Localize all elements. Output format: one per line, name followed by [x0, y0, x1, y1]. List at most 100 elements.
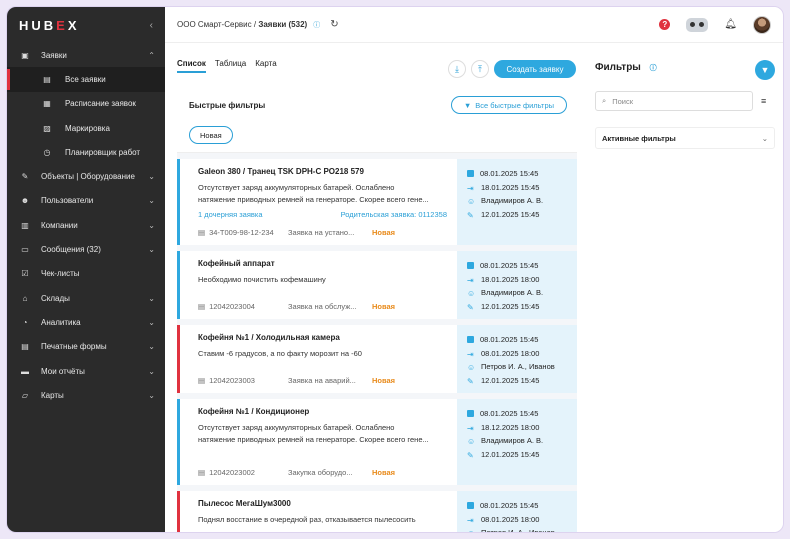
sidebar-item-7[interactable]: ▥ Компании ⌄ — [7, 213, 165, 237]
deadline-icon: ⇥ — [467, 423, 474, 433]
request-title: Galeon 380 / Транец TSK DPH-C PO218 579 — [198, 167, 364, 176]
parent-request-link[interactable]: Родительская заявка: 0112358 — [341, 210, 447, 219]
breadcrumb: ООО Смарт-Сервис / Заявки (532) — [177, 20, 307, 29]
request-description: Ставим -6 градусов, а по факту морозит н… — [198, 349, 362, 358]
request-card-body: Кофейня №1 / Кондиционер Отсутствует заря… — [180, 399, 457, 485]
sort-icon[interactable]: ≡ — [761, 96, 766, 106]
request-card-body: Кофейня №1 / Холодильная камера Ставим -6… — [180, 325, 457, 393]
requests-list: Быстрые фильтры ▼ Все быстрые фильтры Но… — [177, 89, 577, 532]
detail-row-due: ⇥ 08.01.2025 18:00 — [467, 513, 567, 527]
request-description: Отсутствует заряд аккумуляторных батарей… — [198, 423, 395, 432]
detail-row-assignee: ☺ Петров И. А., Иванов — [467, 526, 567, 532]
warehouse-icon: ⌂ — [22, 293, 28, 303]
request-title: Кофейня №1 / Кондиционер — [198, 407, 310, 416]
sidebar-item-0[interactable]: ▣ Заявки ⌃ — [7, 43, 165, 67]
quick-filter-chip-new[interactable]: Новая — [189, 126, 233, 144]
filter-toggle-button[interactable]: ▼ — [755, 60, 775, 80]
sidebar-item-label: Маркировка — [65, 123, 110, 133]
create-request-button[interactable]: Создать заявку — [494, 60, 576, 78]
download-icon[interactable]: ⤓ — [448, 60, 466, 78]
request-meta: ▤ 12042023004 Заявка на обслуж... Новая — [198, 302, 447, 311]
sidebar-item-6[interactable]: ☻ Пользователи ⌄ — [7, 189, 165, 213]
view-tabs: Список Таблица Карта — [177, 59, 277, 73]
search-input[interactable]: ⌕ Поиск — [595, 91, 753, 111]
bell-icon[interactable]: 🔔︎ — [724, 19, 737, 30]
request-card[interactable]: Кофейный аппарат Необходимо почистить коф… — [177, 251, 577, 319]
request-number-text: 34-T009-98-12-234 — [209, 228, 274, 237]
detail-row-due: ⇥ 18.12.2025 18:00 — [467, 421, 567, 435]
calendar-icon: ▦ — [43, 99, 51, 109]
quick-filters-title: Быстрые фильтры — [189, 101, 266, 110]
tab-map[interactable]: Карта — [255, 59, 276, 73]
sidebar-item-4[interactable]: ◷ Планировщик работ — [7, 140, 165, 164]
detail-assignee: Владимиров А. В. — [481, 436, 544, 446]
detail-row-due: ⇥ 18.01.2025 18:00 — [467, 273, 567, 287]
detail-assignee: Владимиров А. В. — [481, 288, 544, 298]
tab-list[interactable]: Список — [177, 59, 206, 73]
detail-work: 12.01.2025 15:45 — [481, 301, 540, 311]
refresh-icon[interactable]: ↻ — [330, 19, 338, 30]
request-card[interactable]: Galeon 380 / Транец TSK DPH-C PO218 579 О… — [177, 159, 577, 245]
clock-icon: ◷ — [43, 147, 51, 157]
breadcrumb-company[interactable]: ООО Смарт-Сервис — [177, 20, 252, 29]
page-title: Заявки (532) — [258, 20, 308, 29]
sidebar-item-13[interactable]: ▬ Мои отчёты ⌄ — [7, 359, 165, 383]
sidebar-item-12[interactable]: ▤ Печатные формы ⌄ — [7, 335, 165, 359]
detail-work: 12.01.2025 15:45 — [481, 209, 540, 219]
document-icon: ▤ — [198, 228, 206, 237]
sidebar-item-1[interactable]: ▤ Все заявки — [7, 67, 165, 92]
sidebar-item-9[interactable]: ☑ Чек-листы — [7, 262, 165, 286]
request-description: Поднял восстание в очередной раз, отказы… — [198, 515, 416, 524]
document-icon: ▤ — [198, 302, 206, 311]
request-description-line2: натяжение приводных ремней на генераторе… — [198, 195, 429, 204]
clipboard-icon: ▣ — [21, 50, 29, 60]
deadline-icon: ⇥ — [467, 183, 474, 193]
assistant-bot-icon[interactable] — [686, 17, 709, 32]
sidebar-item-label: Объекты | Оборудование — [41, 172, 135, 182]
upload-icon[interactable]: ⤒ — [471, 60, 489, 78]
sidebar-item-2[interactable]: ▦ Расписание заявок — [7, 92, 165, 116]
sidebar-item-10[interactable]: ⌂ Склады ⌄ — [7, 286, 165, 310]
filters-title-text: Фильтры — [595, 62, 641, 73]
quick-filters: Быстрые фильтры ▼ Все быстрые фильтры Но… — [177, 89, 577, 153]
child-request-link[interactable]: 1 дочерняя заявка — [198, 210, 263, 219]
request-description: Необходимо почистить кофемашину — [198, 275, 326, 284]
pie-icon: ◔ — [22, 317, 28, 327]
sidebar-item-label: Склады — [41, 293, 70, 303]
info-icon[interactable]: ⓘ — [313, 20, 320, 30]
detail-due: 08.01.2025 18:00 — [481, 348, 540, 358]
filters-info-icon[interactable]: ⓘ — [650, 65, 657, 72]
avatar[interactable] — [753, 15, 771, 34]
sidebar-item-8[interactable]: ▭ Сообщения (32) ⌄ — [7, 237, 165, 261]
detail-row-work: ✎ 12.01.2025 15:45 — [467, 208, 567, 222]
request-card[interactable]: Кофейня №1 / Кондиционер Отсутствует заря… — [177, 399, 577, 485]
detail-row-assignee: ☺ Владимиров А. В. — [467, 434, 567, 448]
request-card[interactable]: Пылесос МегаШум3000 Поднял восстание в оч… — [177, 491, 577, 532]
sidebar-item-5[interactable]: ✎ Объекты | Оборудование ⌄ — [7, 164, 165, 188]
sidebar-item-11[interactable]: ◔ Аналитика ⌄ — [7, 310, 165, 334]
wrench-icon: ✎ — [467, 210, 474, 220]
sidebar-item-14[interactable]: ▱ Карты ⌄ — [7, 383, 165, 407]
sidebar-item-label: Планировщик работ — [65, 147, 141, 157]
main-area: ООО Смарт-Сервис / Заявки (532) ⓘ ↻ ? 🔔︎… — [165, 7, 783, 532]
calendar-icon — [467, 262, 474, 270]
detail-row-created: 08.01.2025 15:45 — [467, 259, 567, 273]
sidebar-item-label: Карты — [41, 390, 64, 400]
detail-row-created: 08.01.2025 15:45 — [467, 499, 567, 513]
help-icon[interactable]: ? — [659, 19, 671, 30]
sidebar-item-3[interactable]: ▨ Маркировка — [7, 116, 165, 140]
request-card-body: Пылесос МегаШум3000 Поднял восстание в оч… — [180, 491, 457, 532]
detail-row-work: ✎ 12.01.2025 15:45 — [467, 300, 567, 314]
qr-icon: ▨ — [43, 123, 51, 133]
all-quick-filters-button[interactable]: ▼ Все быстрые фильтры — [450, 96, 567, 114]
request-number-text: 12042023004 — [209, 302, 255, 311]
request-number: ▤ 12042023004 — [198, 302, 288, 311]
collapse-sidebar-icon[interactable]: ‹ — [150, 20, 153, 31]
active-filters-accordion[interactable]: Активные фильтры ⌄ — [595, 127, 775, 149]
sidebar-item-label: Чек-листы — [41, 269, 80, 279]
request-card[interactable]: Кофейня №1 / Холодильная камера Ставим -6… — [177, 325, 577, 393]
detail-row-work: ✎ 12.01.2025 15:45 — [467, 448, 567, 462]
tab-table[interactable]: Таблица — [215, 59, 246, 73]
detail-row-due: ⇥ 18.01.2025 15:45 — [467, 181, 567, 195]
chevron-down-icon: ⌄ — [761, 133, 768, 143]
